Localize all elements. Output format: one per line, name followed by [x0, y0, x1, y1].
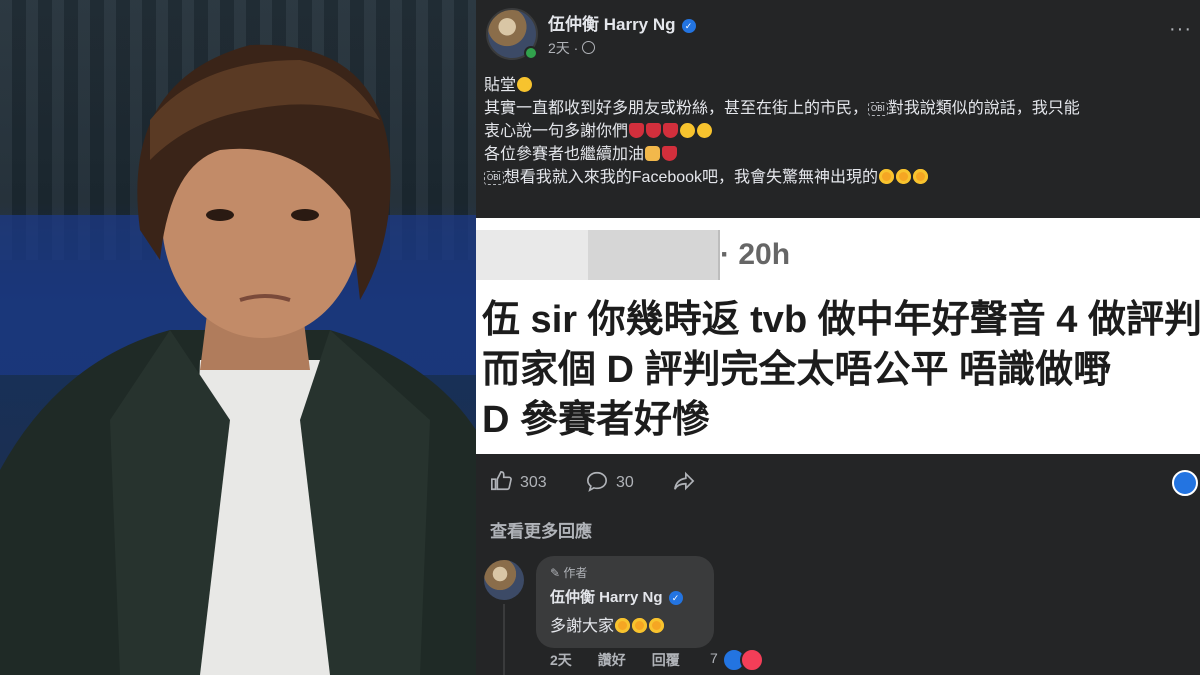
comment-bubble-icon — [587, 471, 607, 492]
facebook-post-panel: 伍仲衡 Harry Ng ✓ 2天 · ··· 貼堂 其實一直都收到好多朋友或粉絲… — [476, 0, 1200, 675]
star-eyes-emoji-icon — [649, 618, 665, 633]
blurred-username — [588, 230, 718, 280]
more-options-button[interactable]: ··· — [1169, 18, 1192, 41]
photo-panel — [0, 0, 476, 675]
smile-emoji-icon — [517, 77, 533, 92]
person-illustration — [0, 44, 476, 675]
star-eyes-emoji-icon — [879, 169, 895, 184]
reply-comment-bubble: ✎ 作者 伍仲衡 Harry Ng ✓ 多謝大家 — [536, 556, 714, 648]
thumbs-up-icon — [491, 471, 512, 491]
verified-badge-icon: ✓ — [681, 18, 696, 33]
globe-icon — [582, 41, 596, 54]
comment-count: 30 — [616, 474, 634, 491]
blurred-username — [476, 230, 588, 280]
post-meta: 2天 · — [548, 38, 596, 58]
like-reaction-icon — [1172, 470, 1198, 496]
post-author-name[interactable]: 伍仲衡 Harry Ng ✓ — [548, 10, 696, 35]
reply-actions: 2天 讚好 回覆 — [550, 650, 706, 670]
post-line: 貼堂 — [484, 74, 1200, 97]
comment-button[interactable]: 30 — [586, 470, 634, 492]
verified-badge-icon: ✓ — [668, 591, 683, 606]
thread-line — [503, 604, 505, 675]
post-author-label: 伍仲衡 Harry Ng — [548, 15, 676, 34]
heart-emoji-icon — [629, 123, 645, 138]
heart-emoji-icon — [663, 123, 679, 138]
grin-emoji-icon — [680, 123, 696, 138]
screenshot-comment-line: 伍 sir 你幾時返 tvb 做中年好聲音 4 做評判 — [482, 299, 1200, 341]
post-line: 衷心說一句多謝你們 — [484, 120, 1200, 143]
post-line: OBI 想看我就入來我的Facebook吧，我會失驚無神出現的 — [484, 166, 1200, 189]
star-eyes-emoji-icon — [632, 618, 648, 633]
reply-time[interactable]: 2天 — [550, 652, 572, 668]
star-eyes-emoji-icon — [913, 169, 929, 184]
author-badge: ✎ 作者 — [550, 566, 588, 580]
share-arrow-icon — [674, 471, 695, 491]
screenshot-time: · 20h — [720, 238, 791, 271]
reaction-count[interactable]: 7 — [710, 650, 718, 666]
reply-like-button[interactable]: 讚好 — [598, 652, 626, 668]
post-line: 其實一直都收到好多朋友或粉絲，甚至在街上的市民， OBI 對我說類似的說話，我只能 — [484, 100, 1080, 117]
flexed-arm-emoji-icon — [645, 146, 661, 161]
screenshot-comment-line: 而家個 D 評判完全太唔公平 唔識做嘢 — [482, 349, 1112, 391]
love-reaction-icon — [740, 648, 764, 672]
smiling-hearts-emoji-icon — [662, 146, 678, 161]
post-text: 貼堂 其實一直都收到好多朋友或粉絲，甚至在街上的市民， OBI 對我說類似的說話，我… — [484, 74, 1200, 189]
like-button[interactable]: 303 — [490, 470, 547, 492]
star-eyes-emoji-icon — [615, 618, 631, 633]
reply-author-name[interactable]: 伍仲衡 Harry Ng ✓ — [550, 586, 683, 607]
reply-author-avatar[interactable] — [484, 560, 524, 600]
reply-reply-button[interactable]: 回覆 — [652, 652, 680, 668]
screenshot-comment-line: D 參賽者好慘 — [482, 399, 711, 441]
grin-emoji-icon — [697, 123, 713, 138]
view-more-comments-link[interactable]: 查看更多回應 — [490, 517, 592, 542]
embedded-comment-screenshot[interactable]: · 20h 伍 sir 你幾時返 tvb 做中年好聲音 4 做評判 而家個 D … — [476, 218, 1200, 454]
post-line: 各位參賽者也繼續加油 — [484, 143, 1200, 166]
heart-emoji-icon — [646, 123, 662, 138]
like-count: 303 — [520, 474, 547, 491]
star-eyes-emoji-icon — [896, 169, 912, 184]
post-header: 伍仲衡 Harry Ng ✓ 2天 · ··· — [476, 0, 1200, 70]
reply-text: 多謝大家 — [550, 612, 665, 636]
obi-emoji-icon: OBI — [868, 102, 888, 116]
share-button[interactable] — [672, 470, 704, 492]
obi-emoji-icon: OBI — [484, 171, 504, 185]
post-time[interactable]: 2天 — [548, 40, 570, 56]
online-status-icon — [524, 46, 538, 60]
post-actions: 303 30 — [476, 462, 1200, 502]
